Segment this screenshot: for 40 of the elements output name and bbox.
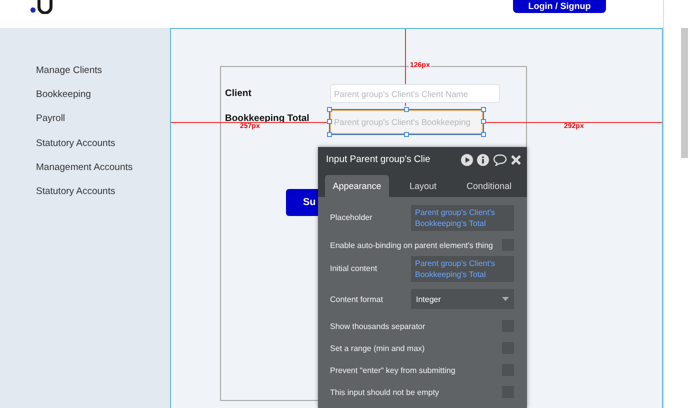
panel-tab[interactable]: Appearance: [325, 175, 389, 197]
input-field[interactable]: Parent group's Client's Client Name: [330, 84, 500, 103]
property-label: Enable auto-binding on parent element's thing: [330, 240, 493, 250]
sidebar-item[interactable]: Statutory Accounts: [0, 136, 170, 161]
scrollbar[interactable]: [681, 28, 688, 158]
dropdown[interactable]: Integer: [411, 289, 514, 309]
panel-title: Input Parent group's Clie: [326, 154, 430, 165]
login-signup-button[interactable]: Login / Signup: [513, 0, 606, 13]
field-label: Client: [225, 88, 252, 99]
comment-icon[interactable]: [493, 154, 507, 166]
close-icon[interactable]: [511, 154, 521, 164]
resize-handle[interactable]: [481, 118, 486, 124]
resize-handle[interactable]: [327, 132, 332, 136]
sidebar-item[interactable]: Payroll: [0, 112, 170, 137]
resize-handle[interactable]: [481, 132, 486, 136]
sidebar-item[interactable]: Statutory Accounts: [0, 184, 170, 210]
resize-handle[interactable]: [327, 118, 332, 124]
property-label: Prevent "enter" key from submitting: [330, 366, 456, 374]
logo-icon: [30, 0, 54, 14]
property-label: Content format: [330, 294, 383, 304]
property-label: Placeholder: [330, 213, 372, 222]
sidebar-item[interactable]: Management Accounts: [0, 160, 170, 185]
property-label: Initial content: [330, 264, 378, 273]
info-icon[interactable]: [477, 154, 489, 166]
input-field[interactable]: Parent group's Client's Bookkeeping: [330, 110, 483, 134]
field-label: Bookkeeping Total: [225, 113, 310, 124]
resize-handle[interactable]: [404, 106, 409, 112]
panel-tab[interactable]: Layout: [391, 175, 455, 197]
property-label: Show thousands separator: [330, 322, 426, 330]
resize-handle[interactable]: [481, 106, 486, 112]
property-label: This input should not be empty: [330, 388, 439, 396]
resize-handle[interactable]: [404, 132, 409, 136]
caret-icon: [502, 297, 509, 301]
panel-tab[interactable]: Conditional: [457, 175, 521, 197]
sidebar-item[interactable]: Bookkeeping: [0, 88, 170, 112]
dropdown-value: Integer: [416, 294, 441, 304]
sidebar-item[interactable]: Manage Clients: [0, 64, 170, 88]
property-label: Set a range (min and max): [330, 344, 425, 352]
resize-handle[interactable]: [327, 106, 332, 112]
play-icon[interactable]: [461, 154, 473, 166]
